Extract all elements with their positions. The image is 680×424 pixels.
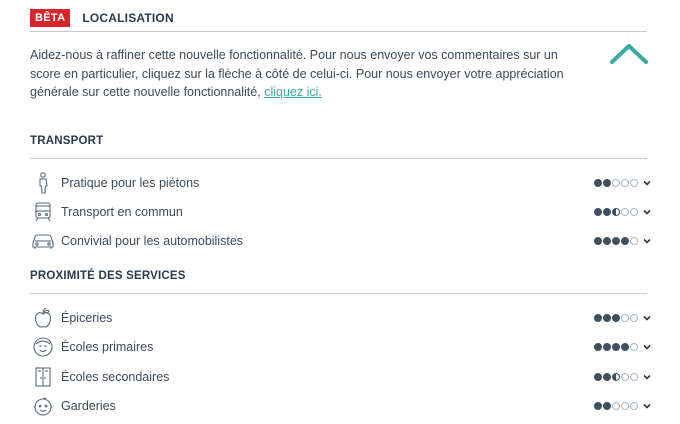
services-divider <box>30 293 647 294</box>
score-dot <box>621 314 629 322</box>
score-dot <box>603 208 611 216</box>
page-title: LOCALISATION <box>82 11 174 25</box>
score-dot <box>603 237 611 245</box>
score-dot <box>594 314 602 322</box>
score-dot <box>621 237 629 245</box>
score-dot <box>612 402 620 410</box>
score-dot <box>630 208 638 216</box>
chevron-down-icon[interactable] <box>642 401 652 411</box>
intro-text: Aidez-nous à raffiner cette nouvelle fon… <box>30 46 590 102</box>
score-rating <box>594 342 652 352</box>
child-face-icon <box>30 334 56 360</box>
score-dot <box>612 179 620 187</box>
score-dot <box>594 208 602 216</box>
score-dot <box>603 402 611 410</box>
score-dot <box>621 208 629 216</box>
score-dot <box>594 179 602 187</box>
collapse-chevron-up-icon[interactable] <box>608 40 650 66</box>
score-rating <box>594 372 652 382</box>
score-rating <box>594 207 652 217</box>
score-label: Épiceries <box>61 311 113 325</box>
score-dot <box>621 179 629 187</box>
section-title-transport: TRANSPORT <box>30 135 104 147</box>
score-rating <box>594 178 652 188</box>
score-row-car[interactable]: Convivial pour les automobilistes <box>30 228 652 254</box>
score-dot <box>603 179 611 187</box>
score-dot <box>630 237 638 245</box>
transport-divider <box>30 158 647 159</box>
score-dot <box>612 373 620 381</box>
score-row-daycares[interactable]: Garderies <box>30 393 652 419</box>
score-dot <box>594 402 602 410</box>
section-header: BÊTA LOCALISATION <box>30 9 174 27</box>
chevron-down-icon[interactable] <box>642 372 652 382</box>
feedback-link[interactable]: cliquez ici. <box>264 85 322 99</box>
score-label: Écoles primaires <box>61 340 154 354</box>
score-dot <box>630 314 638 322</box>
locker-icon <box>30 364 56 390</box>
header-divider <box>30 31 647 32</box>
score-dot <box>612 208 620 216</box>
score-dot <box>621 343 629 351</box>
chevron-down-icon[interactable] <box>642 236 652 246</box>
score-dot <box>612 343 620 351</box>
score-label: Transport en commun <box>61 205 183 219</box>
score-dot <box>603 373 611 381</box>
score-dot <box>594 343 602 351</box>
score-dot <box>594 373 602 381</box>
score-dot <box>630 373 638 381</box>
score-row-pedestrian[interactable]: Pratique pour les piétons <box>30 170 652 196</box>
score-label: Pratique pour les piétons <box>61 176 200 190</box>
score-dot <box>603 314 611 322</box>
score-dot <box>630 343 638 351</box>
score-dot <box>612 314 620 322</box>
baby-face-icon <box>30 393 56 419</box>
chevron-down-icon[interactable] <box>642 178 652 188</box>
score-row-primary-schools[interactable]: Écoles primaires <box>30 334 652 360</box>
beta-badge: BÊTA <box>30 9 71 27</box>
apple-icon <box>30 305 56 331</box>
score-rating <box>594 236 652 246</box>
chevron-down-icon[interactable] <box>642 342 652 352</box>
car-icon <box>30 228 56 254</box>
score-dot <box>630 402 638 410</box>
score-rating <box>594 401 652 411</box>
score-label: Écoles secondaires <box>61 370 170 384</box>
chevron-down-icon[interactable] <box>642 207 652 217</box>
score-label: Garderies <box>61 399 116 413</box>
score-dot <box>630 179 638 187</box>
section-title-services: PROXIMITÉ DES SERVICES <box>30 270 186 282</box>
score-rating <box>594 313 652 323</box>
score-dot <box>594 237 602 245</box>
score-row-groceries[interactable]: Épiceries <box>30 305 652 331</box>
score-row-secondary-schools[interactable]: Écoles secondaires <box>30 364 652 390</box>
score-label: Convivial pour les automobilistes <box>61 234 244 248</box>
score-row-transit[interactable]: Transport en commun <box>30 199 652 225</box>
pedestrian-icon <box>30 170 56 196</box>
score-dot <box>621 373 629 381</box>
bus-icon <box>30 199 56 225</box>
chevron-down-icon[interactable] <box>642 313 652 323</box>
score-dot <box>612 237 620 245</box>
score-dot <box>603 343 611 351</box>
score-dot <box>621 402 629 410</box>
